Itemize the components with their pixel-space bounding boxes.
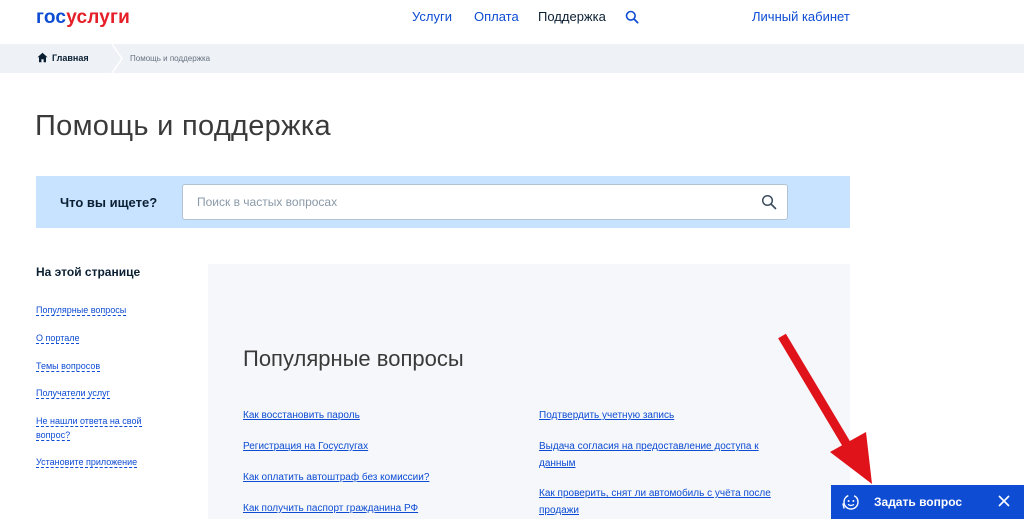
sidebar-title: На этой странице	[36, 265, 141, 279]
gosuslugi-logo[interactable]: госуслуги	[36, 7, 130, 29]
logo-part-uslugi: услуги	[66, 7, 131, 28]
breadcrumb-current: Помощь и поддержка	[130, 54, 211, 63]
sidebar-item-label: Установите приложение	[36, 457, 138, 468]
question-link[interactable]: Регистрация на Госуслугах	[243, 438, 368, 455]
sidebar-item-popular[interactable]: Популярные вопросы	[36, 303, 176, 317]
search-section: Что вы ищете?	[36, 176, 850, 228]
sidebar-item-label: Не нашли ответа на свой вопрос?	[36, 416, 142, 441]
sidebar-item-label: Популярные вопросы	[36, 305, 127, 316]
logo-part-gos: гос	[36, 7, 67, 28]
ask-question-label: Задать вопрос	[874, 495, 963, 509]
personal-account-link[interactable]: Личный кабинет	[752, 9, 850, 24]
support-operator-icon	[842, 494, 859, 510]
search-input[interactable]	[197, 185, 737, 219]
red-arrow-annotation	[778, 333, 872, 484]
sidebar-item-topics[interactable]: Темы вопросов	[36, 359, 176, 373]
sidebar-item-label: Темы вопросов	[36, 361, 101, 372]
page-title: Помощь и поддержка	[35, 110, 331, 142]
header: госуслуги Услуги Оплата Поддержка Личный…	[0, 0, 1024, 44]
search-field[interactable]	[182, 184, 788, 220]
question-link[interactable]: Как проверить, снят ли автомобиль с учёт…	[539, 485, 799, 519]
question-link[interactable]: Подтвердить учетную запись	[539, 407, 674, 424]
breadcrumb-separator-icon	[111, 44, 123, 73]
search-icon[interactable]	[761, 194, 777, 210]
question-link[interactable]: Как восстановить пароль	[243, 407, 360, 424]
sidebar-item-label: Получатели услуг	[36, 388, 110, 399]
nav-payment-link[interactable]: Оплата	[474, 9, 519, 24]
question-link[interactable]: Как оплатить автоштраф без комиссии?	[243, 469, 429, 486]
sidebar-item-label: О портале	[36, 333, 80, 344]
popular-questions-title: Популярные вопросы	[243, 346, 464, 371]
popular-questions-panel: Популярные вопросы Как восстановить паро…	[208, 264, 850, 519]
home-icon	[37, 52, 48, 63]
search-label: Что вы ищете?	[60, 195, 158, 210]
sidebar-item-recipients[interactable]: Получатели услуг	[36, 386, 176, 400]
sidebar-item-no-answer[interactable]: Не нашли ответа на свой вопрос?	[36, 414, 161, 442]
ask-question-widget[interactable]: Задать вопрос	[831, 485, 1024, 519]
question-link[interactable]: Выдача согласия на предоставление доступ…	[539, 438, 784, 472]
nav-support[interactable]: Поддержка	[538, 9, 606, 24]
nav-services[interactable]: Услуги	[412, 9, 452, 24]
question-link[interactable]: Как получить паспорт гражданина РФ	[243, 500, 418, 517]
search-icon[interactable]	[625, 10, 639, 24]
breadcrumb: Главная Помощь и поддержка	[0, 44, 1024, 73]
nav-payment[interactable]: Оплата	[474, 9, 519, 24]
breadcrumb-home[interactable]: Главная	[52, 53, 89, 63]
sidebar-item-app[interactable]: Установите приложение	[36, 455, 176, 469]
close-icon[interactable]	[997, 494, 1011, 508]
nav-services-link[interactable]: Услуги	[412, 9, 452, 24]
sidebar-item-about[interactable]: О портале	[36, 331, 176, 345]
